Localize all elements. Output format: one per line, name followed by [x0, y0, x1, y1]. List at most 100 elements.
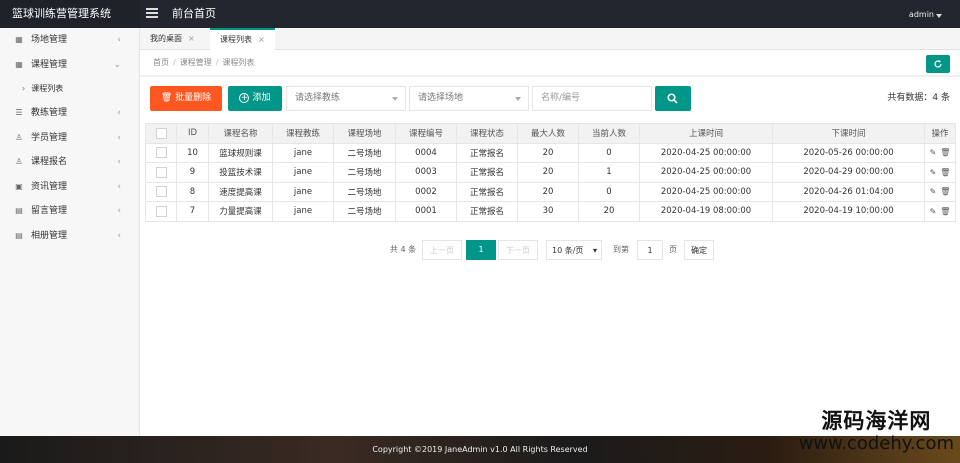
sidebar: ▦ 场地管理 ‹ ▦ 课程管理 ⌄ › 课程列表 ☰ 教练管理 ‹ ♙ 学员管理 ‹ ♙ 课… — [0, 28, 140, 436]
sidebar-item-label: 课程报名 — [31, 157, 68, 167]
trash-icon[interactable]: 🗑 — [940, 207, 950, 216]
cell-coach: jane — [272, 162, 334, 183]
sidebar-subitem-course-list[interactable]: › 课程列表 — [0, 77, 139, 101]
row-checkbox[interactable] — [155, 147, 167, 159]
chevron-down-icon[interactable] — [936, 14, 942, 18]
table-header: 下课时间 — [772, 123, 925, 144]
menu-toggle-icon[interactable] — [146, 8, 158, 20]
header-checkbox-cell[interactable] — [145, 123, 177, 144]
search-button[interactable] — [655, 86, 691, 111]
batch-delete-label: 批量删除 — [175, 93, 212, 103]
edit-icon[interactable]: ✎ — [930, 207, 937, 216]
sidebar-item-label: 相册管理 — [31, 230, 68, 241]
row-checkbox-cell[interactable] — [145, 142, 177, 163]
chevron-down-icon — [515, 97, 521, 101]
row-checkbox-cell[interactable] — [145, 162, 177, 183]
chevron-left-icon: ‹ — [117, 108, 121, 118]
sidebar-item-news[interactable]: ▣ 资讯管理 ‹ — [0, 175, 139, 200]
edit-icon[interactable]: ✎ — [930, 148, 937, 157]
cell-ops: ✎ 🗑 — [924, 201, 956, 222]
next-page-button[interactable]: 下一页 — [498, 240, 538, 260]
user-icon: ♙ — [15, 157, 23, 166]
cell-start: 2020-04-19 08:00:00 — [639, 201, 773, 222]
row-checkbox-cell[interactable] — [145, 181, 177, 202]
row-checkbox-cell[interactable] — [145, 201, 177, 222]
row-checkbox[interactable] — [155, 205, 167, 217]
watermark-url: www.codehy.com — [798, 433, 954, 454]
venue-select[interactable]: 请选择场地 — [409, 86, 529, 111]
row-checkbox[interactable] — [155, 166, 167, 178]
cell-course-name: 力量提高课 — [208, 201, 273, 222]
goto-page-input[interactable]: 1 — [637, 240, 663, 260]
tab-course-list[interactable]: 课程列表 × — [210, 28, 275, 50]
cell-code: 0002 — [395, 181, 457, 202]
goto-confirm-button[interactable]: 确定 — [684, 240, 714, 260]
add-button[interactable]: + 添加 — [228, 86, 282, 111]
cell-status: 正常报名 — [456, 201, 518, 222]
cell-course-name: 投篮技术课 — [208, 162, 273, 183]
header-title[interactable]: 前台首页 — [172, 0, 216, 28]
edit-icon[interactable]: ✎ — [930, 168, 937, 177]
coach-select-placeholder: 请选择教练 — [295, 93, 341, 103]
current-page[interactable]: 1 — [466, 240, 496, 260]
cell-code: 0001 — [395, 201, 457, 222]
table-header: 操作 — [924, 123, 956, 144]
coach-select[interactable]: 请选择教练 — [286, 86, 406, 111]
cell-status: 正常报名 — [456, 162, 518, 183]
batch-delete-button[interactable]: 🗑 批量删除 — [150, 86, 222, 111]
trash-icon[interactable]: 🗑 — [940, 168, 950, 177]
cell-max: 20 — [517, 142, 579, 163]
venue-select-placeholder: 请选择场地 — [418, 93, 464, 103]
sliders-icon: ☰ — [15, 108, 23, 117]
sidebar-item-venue[interactable]: ▦ 场地管理 ‹ — [0, 28, 139, 53]
search-input[interactable]: 名称/编号 — [532, 86, 652, 111]
close-icon[interactable]: × — [258, 35, 265, 44]
sidebar-item-label: 学员管理 — [31, 132, 68, 143]
sidebar-item-message[interactable]: ▤ 留言管理 ‹ — [0, 199, 139, 224]
breadcrumb-home[interactable]: 首页 — [153, 58, 169, 67]
chevron-left-icon: ‹ — [117, 35, 121, 45]
news-icon: ▣ — [15, 181, 23, 191]
chevron-left-icon: ‹ — [117, 230, 121, 241]
tab-label: 我的桌面 — [150, 34, 182, 43]
trash-icon[interactable]: 🗑 — [940, 148, 950, 157]
cell-id: 10 — [176, 142, 209, 163]
sidebar-item-coach[interactable]: ☰ 教练管理 ‹ — [0, 101, 139, 126]
table-header: 课程教练 — [272, 123, 334, 144]
cell-end: 2020-04-26 01:04:00 — [772, 181, 925, 202]
table-row: 9 投篮技术课 jane 二号场地 0003 正常报名 20 1 2020-04… — [145, 162, 956, 183]
sidebar-subitem-label: 课程列表 — [31, 84, 64, 93]
cell-venue: 二号场地 — [333, 201, 396, 222]
edit-icon[interactable]: ✎ — [930, 187, 937, 196]
sidebar-item-enroll[interactable]: ♙ 课程报名 ‹ — [0, 150, 139, 175]
prev-page-button[interactable]: 上一页 — [422, 240, 462, 260]
cell-current: 1 — [578, 162, 640, 183]
cell-max: 20 — [517, 181, 579, 202]
user-icon: ♙ — [15, 132, 23, 142]
close-icon[interactable]: × — [188, 34, 195, 43]
refresh-button[interactable] — [926, 55, 950, 73]
watermark-title: 源码海洋网 — [821, 409, 932, 433]
grid-icon: ▦ — [15, 35, 23, 44]
cell-coach: jane — [272, 201, 334, 222]
chevron-left-icon: ‹ — [117, 206, 121, 216]
cell-status: 正常报名 — [456, 181, 518, 202]
breadcrumb-course-manage[interactable]: 课程管理 — [180, 58, 212, 67]
page-size-select[interactable]: 10 条/页 ▾ — [546, 240, 602, 260]
user-menu[interactable]: admin — [909, 0, 934, 28]
sidebar-item-album[interactable]: ▤ 相册管理 ‹ — [0, 224, 139, 249]
row-checkbox[interactable] — [155, 186, 167, 198]
sidebar-item-course[interactable]: ▦ 课程管理 ⌄ — [0, 53, 139, 78]
cell-start: 2020-04-25 00:00:00 — [639, 181, 773, 202]
trash-icon[interactable]: 🗑 — [940, 187, 950, 196]
total-count: 共有数据：4 条 — [887, 93, 950, 103]
cell-coach: jane — [272, 142, 334, 163]
tab-desktop[interactable]: 我的桌面 × — [140, 28, 205, 50]
cell-ops: ✎ 🗑 — [924, 142, 956, 163]
sidebar-item-label: 课程管理 — [31, 59, 68, 70]
sidebar-item-label: 场地管理 — [31, 35, 68, 45]
grid-icon: ▦ — [15, 59, 23, 69]
trash-icon: 🗑 — [160, 93, 173, 103]
sidebar-item-student[interactable]: ♙ 学员管理 ‹ — [0, 126, 139, 151]
select-all-checkbox[interactable] — [155, 127, 167, 139]
